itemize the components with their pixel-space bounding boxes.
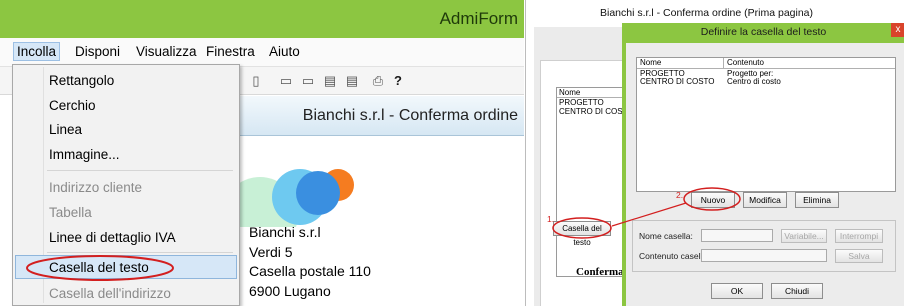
- nuovo-ellipse: [683, 187, 741, 211]
- admiform-window: AdmiForm Incolla Disponi Visualizza Fine…: [0, 0, 524, 306]
- connector-line: [611, 202, 687, 227]
- highlight-ellipse: [26, 255, 174, 281]
- callout-overlay-left: [26, 255, 174, 281]
- callout-overlay-right: [552, 187, 741, 239]
- casella-testo-ellipse: [552, 217, 612, 239]
- conferma-ordine-window: Bianchi s.r.l - Conferma ordine (Prima p…: [525, 0, 904, 306]
